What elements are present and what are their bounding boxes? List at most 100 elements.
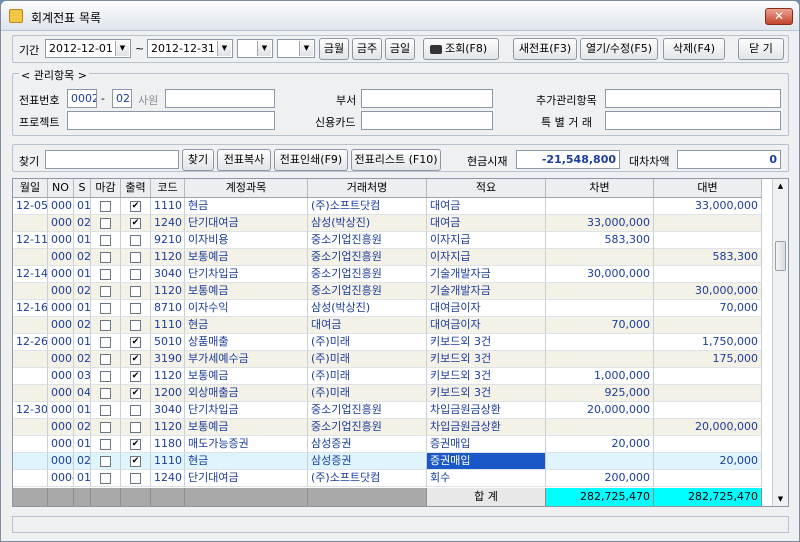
- table-row[interactable]: 000102 ✔ 1240단기대여금삼성(박상진)대여금33,000,000: [13, 215, 762, 232]
- find-input[interactable]: [45, 150, 179, 169]
- extra-select-2[interactable]: ▼: [277, 39, 315, 58]
- checkbox[interactable]: [100, 387, 111, 399]
- scroll-down-icon[interactable]: ▼: [773, 492, 788, 506]
- checkbox[interactable]: ✔: [130, 455, 141, 467]
- table-row[interactable]: 000102 ✔ 3190부가세예수금(주)미래키보드외 3건 175,000: [13, 351, 762, 368]
- checkbox[interactable]: [130, 302, 141, 314]
- this-month-button[interactable]: 금월: [319, 38, 349, 60]
- table-row[interactable]: 000102 1120보통예금중소기업진흥원이자지급 583,300: [13, 249, 762, 266]
- print-voucher-button[interactable]: 전표인쇄(F9): [274, 149, 348, 171]
- voucher-no-input[interactable]: 0002: [67, 89, 97, 108]
- checkbox[interactable]: [100, 455, 111, 467]
- chevron-down-icon[interactable]: ▼: [299, 41, 313, 56]
- checkbox[interactable]: [100, 404, 111, 416]
- cell-credit: 33,000,000: [654, 198, 762, 215]
- scroll-up-icon[interactable]: ▲: [773, 179, 788, 193]
- chevron-down-icon[interactable]: ▼: [115, 41, 129, 56]
- checkbox[interactable]: [100, 200, 111, 212]
- table-row[interactable]: 000102 1110현금대여금대여금이자70,000: [13, 317, 762, 334]
- this-week-button[interactable]: 금주: [352, 38, 382, 60]
- checkbox[interactable]: [130, 285, 141, 297]
- column-header[interactable]: 대변: [654, 179, 762, 197]
- chevron-down-icon[interactable]: ▼: [217, 41, 231, 56]
- checkbox[interactable]: [100, 319, 111, 331]
- checkbox[interactable]: [100, 285, 111, 297]
- cell-s: 02: [74, 317, 91, 334]
- table-row[interactable]: 12-26000101 ✔ 5010상품매출(주)미래키보드외 3건 1,750,00…: [13, 334, 762, 351]
- checkbox[interactable]: [130, 251, 141, 263]
- column-header[interactable]: 마감: [91, 179, 121, 197]
- checkbox[interactable]: ✔: [130, 353, 141, 365]
- column-header[interactable]: NO: [48, 179, 74, 197]
- column-header[interactable]: S: [74, 179, 91, 197]
- checkbox[interactable]: ✔: [130, 217, 141, 229]
- checkbox[interactable]: ✔: [130, 336, 141, 348]
- scrollbar-thumb[interactable]: [775, 241, 786, 271]
- checkbox[interactable]: [100, 353, 111, 365]
- table-row[interactable]: 000401 1240단기대여금(주)소프트닷컴회수200,000: [13, 470, 762, 487]
- checkbox[interactable]: [100, 438, 111, 450]
- date-from-input[interactable]: 2012-12-01 ▼: [45, 39, 131, 58]
- column-header[interactable]: 월일: [13, 179, 48, 197]
- checkbox[interactable]: [100, 370, 111, 382]
- column-header[interactable]: 차변: [546, 179, 654, 197]
- checkbox[interactable]: [130, 268, 141, 280]
- checkbox[interactable]: [100, 336, 111, 348]
- employee-input[interactable]: [165, 89, 275, 108]
- checkbox[interactable]: [130, 234, 141, 246]
- column-header[interactable]: 적요: [427, 179, 546, 197]
- checkbox[interactable]: [100, 302, 111, 314]
- close-button[interactable]: ✕: [765, 8, 793, 25]
- special-trade-input[interactable]: [605, 111, 781, 130]
- checkbox[interactable]: [100, 421, 111, 433]
- table-row[interactable]: 000103 ✔ 1120보통예금(주)미래키보드외 3건1,000,000: [13, 368, 762, 385]
- dept-input[interactable]: [361, 89, 493, 108]
- checkbox[interactable]: ✔: [130, 387, 141, 399]
- table-row[interactable]: 12-05000101 ✔ 1110현금(주)소프트닷컴대여금 33,000,000: [13, 198, 762, 215]
- voucher-seq-input[interactable]: 02: [112, 89, 132, 108]
- voucher-grid[interactable]: 월일NOS마감출력코드계정과목거래처명적요차변대변 12-05000101✔11…: [12, 178, 789, 507]
- table-row[interactable]: 12-11000101 9210이자비용중소기업진흥원이자지급583,300: [13, 232, 762, 249]
- table-row[interactable]: 000104 ✔ 1200외상매출금(주)미래키보드외 3건925,000: [13, 385, 762, 402]
- checkbox[interactable]: [130, 319, 141, 331]
- credit-card-input[interactable]: [361, 111, 493, 130]
- checkbox[interactable]: [130, 404, 141, 416]
- checkbox[interactable]: [100, 234, 111, 246]
- close-dialog-button[interactable]: 닫 기: [738, 38, 784, 60]
- table-row[interactable]: 000201 ✔ 1180매도가능증권삼성증권증권매입20,000: [13, 436, 762, 453]
- open-edit-button[interactable]: 열기/수정(F5): [580, 38, 658, 60]
- find-button[interactable]: 찾기: [182, 149, 214, 171]
- table-row[interactable]: 12-14000101 3040단기차입금중소기업진흥원기술개발자금30,000,…: [13, 266, 762, 283]
- extra-mgmt-input[interactable]: [605, 89, 781, 108]
- column-header[interactable]: 출력: [121, 179, 151, 197]
- checkbox[interactable]: [130, 472, 141, 484]
- checkbox[interactable]: ✔: [130, 438, 141, 450]
- checkbox[interactable]: [100, 217, 111, 229]
- checkbox[interactable]: [100, 472, 111, 484]
- search-button[interactable]: 조회(F8): [423, 38, 499, 60]
- chevron-down-icon[interactable]: ▼: [257, 41, 271, 56]
- checkbox[interactable]: ✔: [130, 370, 141, 382]
- table-row[interactable]: 12-30000101 3040단기차입금중소기업진흥원차입금원금상환20,000…: [13, 402, 762, 419]
- column-header[interactable]: 계정과목: [185, 179, 308, 197]
- extra-select-1[interactable]: ▼: [237, 39, 273, 58]
- table-row[interactable]: 000102 1120보통예금중소기업진흥원기술개발자금 30,000,000: [13, 283, 762, 300]
- checkbox[interactable]: [100, 268, 111, 280]
- voucher-list-button[interactable]: 전표리스트 (F10): [351, 149, 441, 171]
- delete-button[interactable]: 삭제(F4): [663, 38, 725, 60]
- copy-voucher-button[interactable]: 전표복사: [217, 149, 271, 171]
- column-header[interactable]: 코드: [151, 179, 185, 197]
- checkbox[interactable]: ✔: [130, 200, 141, 212]
- table-row[interactable]: 12-16000101 8710이자수익삼성(박상진)대여금이자 70,000: [13, 300, 762, 317]
- project-input[interactable]: [67, 111, 275, 130]
- checkbox[interactable]: [130, 421, 141, 433]
- vertical-scrollbar[interactable]: ▲ ▼: [772, 179, 788, 506]
- date-to-input[interactable]: 2012-12-31 ▼: [147, 39, 233, 58]
- column-header[interactable]: 거래처명: [308, 179, 427, 197]
- table-row[interactable]: 000202 ✔ 1110현금삼성증권증권매입 20,000: [13, 453, 762, 470]
- cell-close: [91, 266, 121, 283]
- today-button[interactable]: 금일: [385, 38, 415, 60]
- table-row[interactable]: 000102 1120보통예금중소기업진흥원차입금원금상환 20,000,000: [13, 419, 762, 436]
- checkbox[interactable]: [100, 251, 111, 263]
- new-voucher-button[interactable]: 새전표(F3): [513, 38, 577, 60]
